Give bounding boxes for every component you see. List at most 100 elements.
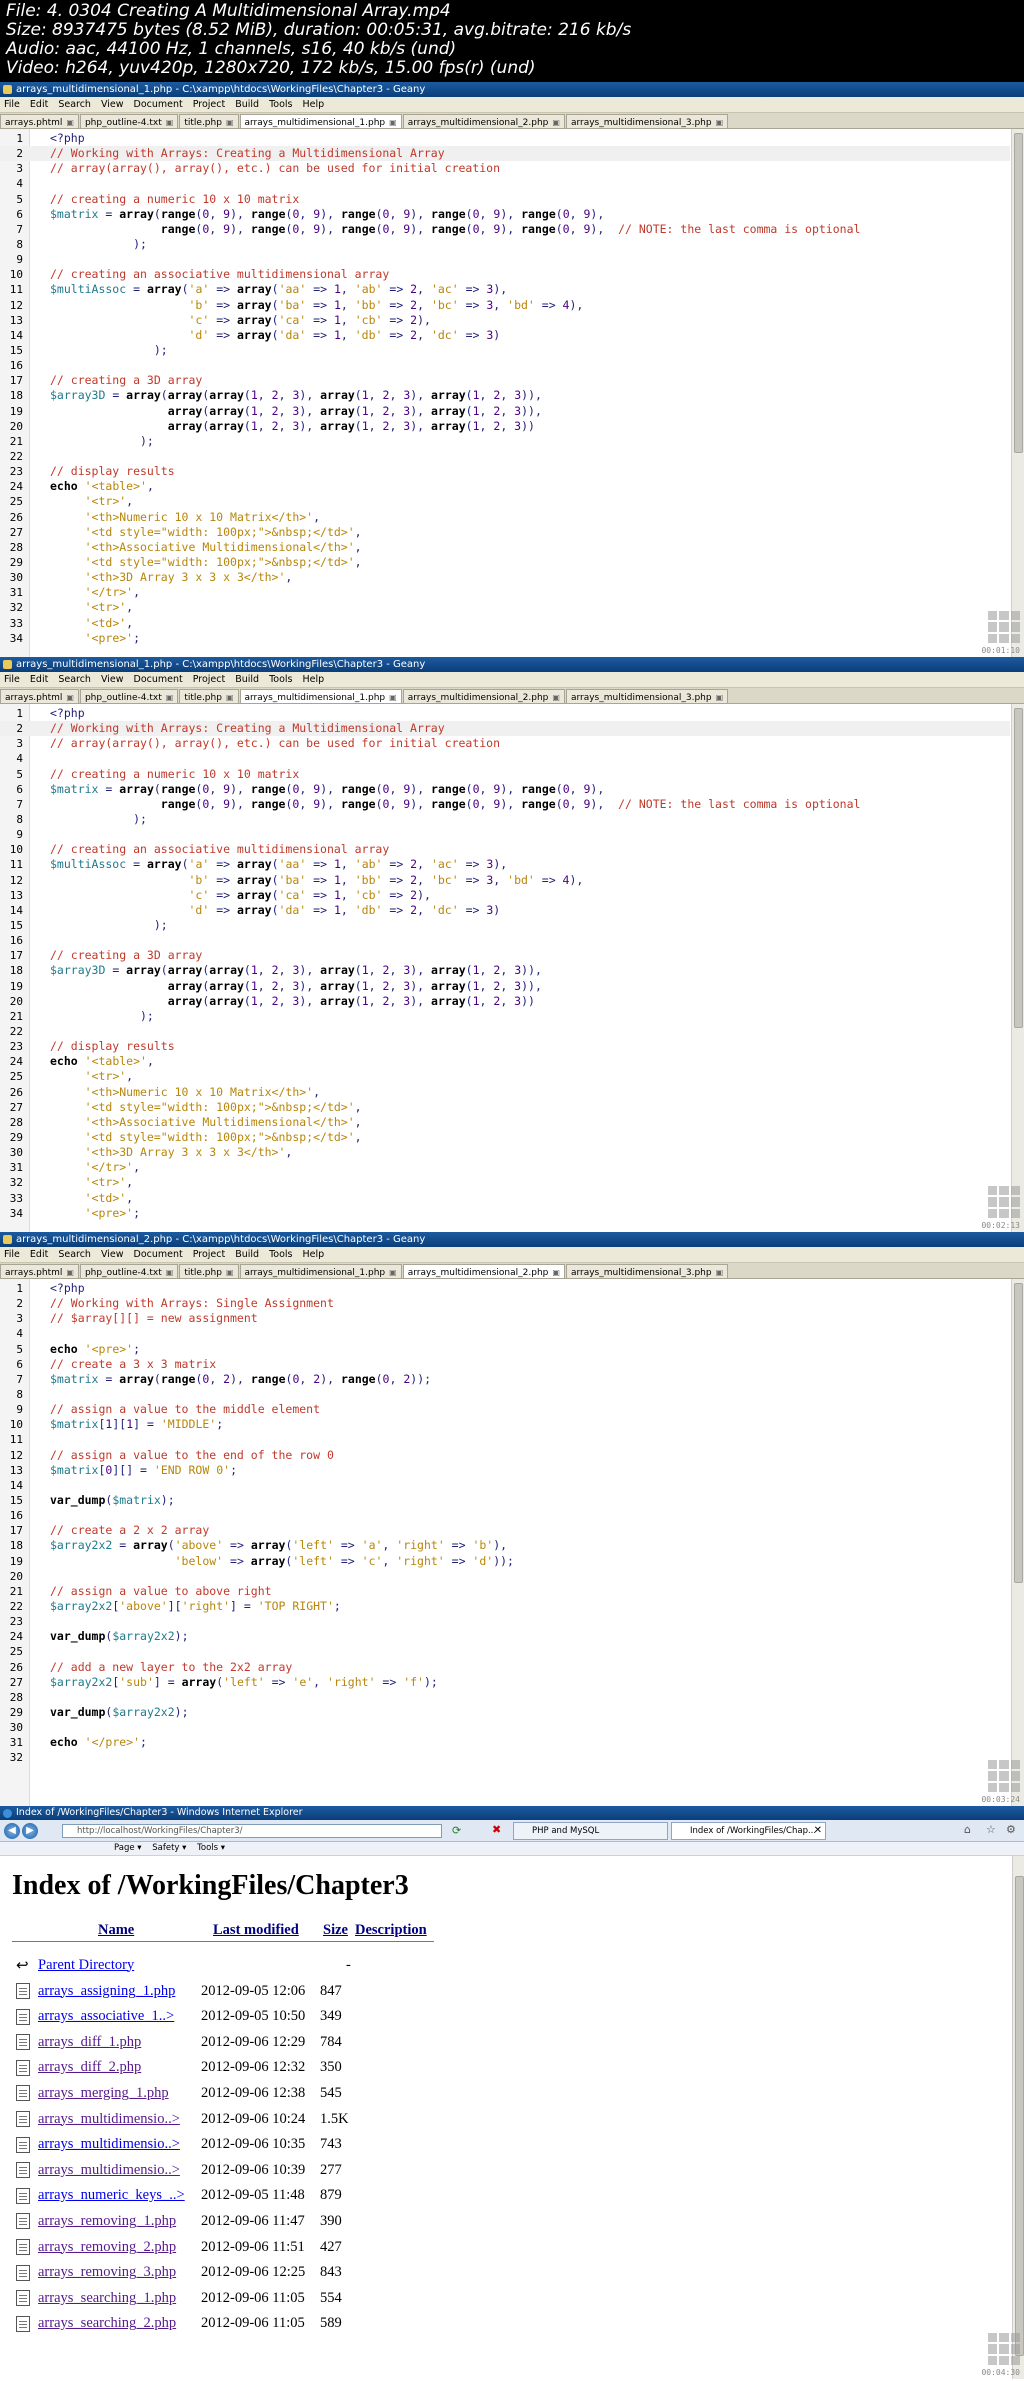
code-editor[interactable]: 1 <?php 2 // Working with Arrays: Creating … <box>0 704 1024 1232</box>
code-lines[interactable]: 1 <?php 2 // Working with Arrays: Single As… <box>0 1281 1010 1766</box>
browser-tab-active[interactable]: Index of /WorkingFiles/Chap... ✕ <box>671 1822 826 1840</box>
document-tab[interactable]: arrays.phtml ▣ <box>0 1264 79 1278</box>
close-tab-icon[interactable]: ▣ <box>389 693 397 702</box>
document-tab[interactable]: arrays_multidimensional_3.php ▣ <box>565 1264 729 1278</box>
vertical-scrollbar[interactable] <box>1011 129 1024 657</box>
menu-item[interactable]: Project <box>193 99 226 110</box>
menu-item[interactable]: Build <box>235 99 259 110</box>
menu-item[interactable]: Help <box>303 99 325 110</box>
menu-item[interactable]: Build <box>235 1249 259 1260</box>
menu-item[interactable]: Search <box>58 674 91 685</box>
browser-tab[interactable]: PHP and MySQL <box>513 1822 668 1840</box>
menu-item[interactable]: View <box>101 99 124 110</box>
menu-item[interactable]: View <box>101 1249 124 1260</box>
close-tab-icon[interactable]: ▣ <box>226 118 234 127</box>
home-icon[interactable]: ⌂ <box>964 1823 971 1836</box>
file-link[interactable]: arrays_removing_3.php <box>38 2264 176 2281</box>
menu-item[interactable]: Document <box>134 1249 183 1260</box>
file-link[interactable]: arrays_removing_2.php <box>38 2239 176 2256</box>
file-link[interactable]: arrays_merging_1.php <box>38 2085 169 2102</box>
document-tab[interactable]: php_outline-4.txt ▣ <box>79 1264 179 1278</box>
column-last-modified[interactable]: Last modified <box>213 1922 299 1939</box>
menu-item[interactable]: Edit <box>30 674 48 685</box>
file-link[interactable]: arrays_removing_1.php <box>38 2213 176 2230</box>
close-tab-icon[interactable]: ▣ <box>716 118 724 127</box>
menu-item[interactable]: Project <box>193 1249 226 1260</box>
vertical-scrollbar[interactable] <box>1011 1279 1024 1806</box>
column-description[interactable]: Description <box>355 1922 427 1939</box>
close-tab-icon[interactable]: ▣ <box>552 693 560 702</box>
refresh-icon[interactable]: ⟳ <box>452 1824 461 1837</box>
menu-item[interactable]: Search <box>58 1249 91 1260</box>
code-lines[interactable]: 1 <?php 2 // Working with Arrays: Creating … <box>0 131 1010 646</box>
menu-item[interactable]: Document <box>134 674 183 685</box>
file-link[interactable]: arrays_multidimensio..> <box>38 2111 180 2128</box>
menu-item[interactable]: Project <box>193 674 226 685</box>
code-lines[interactable]: 1 <?php 2 // Working with Arrays: Creating … <box>0 706 1010 1221</box>
menu-item[interactable]: Tools <box>269 1249 292 1260</box>
menu-item[interactable]: File <box>4 99 20 110</box>
file-link[interactable]: arrays_numeric_keys_..> <box>38 2187 185 2204</box>
parent-directory-link[interactable]: Parent Directory <box>38 1957 134 1974</box>
close-tab-icon[interactable]: ▣ <box>716 1268 724 1277</box>
document-tab[interactable]: arrays_multidimensional_1.php ▣ <box>239 1264 402 1278</box>
vertical-scrollbar[interactable] <box>1011 704 1024 1232</box>
close-tab-icon[interactable]: ▣ <box>226 693 234 702</box>
file-link[interactable]: arrays_assigning_1.php <box>38 1983 175 2000</box>
menu-item[interactable]: Build <box>235 674 259 685</box>
close-tab-icon[interactable]: ▣ <box>166 693 174 702</box>
close-tab-icon[interactable]: ▣ <box>66 693 74 702</box>
close-tab-icon[interactable]: ▣ <box>226 1268 234 1277</box>
scroll-thumb[interactable] <box>1015 1876 1024 2356</box>
close-tab-icon[interactable]: ✕ <box>814 1823 822 1839</box>
address-bar[interactable]: http://localhost/WorkingFiles/Chapter3/ <box>62 1824 442 1838</box>
file-link[interactable]: arrays_associative_1..> <box>38 2008 174 2025</box>
menu-item[interactable]: File <box>4 1249 20 1260</box>
document-tab[interactable]: arrays_multidimensional_1.php ▣ <box>239 114 402 128</box>
menu-item[interactable]: File <box>4 674 20 685</box>
forward-icon[interactable]: ▶ <box>22 1823 38 1839</box>
column-name[interactable]: Name <box>98 1922 134 1939</box>
menu-item[interactable]: Help <box>303 1249 325 1260</box>
document-tab[interactable]: arrays_multidimensional_3.php ▣ <box>565 114 729 128</box>
menu-item[interactable]: Document <box>134 99 183 110</box>
file-link[interactable]: arrays_diff_1.php <box>38 2034 141 2051</box>
scroll-thumb[interactable] <box>1014 133 1023 453</box>
menu-item[interactable]: Help <box>303 674 325 685</box>
tools-menu[interactable]: Tools ▾ <box>197 1843 225 1853</box>
close-tab-icon[interactable]: ▣ <box>66 1268 74 1277</box>
menu-item[interactable]: Tools <box>269 674 292 685</box>
close-tab-icon[interactable]: ▣ <box>166 1268 174 1277</box>
back-icon[interactable]: ◀ <box>4 1823 20 1839</box>
document-tab[interactable]: arrays_multidimensional_2.php ▣ <box>402 689 565 703</box>
menu-item[interactable]: Edit <box>30 1249 48 1260</box>
document-tab[interactable]: arrays.phtml ▣ <box>0 689 79 703</box>
document-tab[interactable]: arrays_multidimensional_2.php ▣ <box>402 114 565 128</box>
file-link[interactable]: arrays_diff_2.php <box>38 2059 141 2076</box>
menu-item[interactable]: View <box>101 674 124 685</box>
stop-icon[interactable]: ✖ <box>492 1823 501 1836</box>
close-tab-icon[interactable]: ▣ <box>552 118 560 127</box>
menu-item[interactable]: Search <box>58 99 91 110</box>
close-tab-icon[interactable]: ▣ <box>166 118 174 127</box>
document-tab[interactable]: title.php ▣ <box>179 689 239 703</box>
page-scrollbar[interactable] <box>1012 1856 1024 2379</box>
file-link[interactable]: arrays_searching_1.php <box>38 2290 176 2307</box>
close-tab-icon[interactable]: ▣ <box>716 693 724 702</box>
column-size[interactable]: Size <box>323 1922 348 1939</box>
file-link[interactable]: arrays_multidimensio..> <box>38 2162 180 2179</box>
document-tab[interactable]: arrays_multidimensional_3.php ▣ <box>565 689 729 703</box>
close-tab-icon[interactable]: ▣ <box>389 118 397 127</box>
document-tab[interactable]: arrays_multidimensional_1.php ▣ <box>239 689 402 703</box>
page-menu[interactable]: Page ▾ <box>114 1843 142 1853</box>
menu-item[interactable]: Tools <box>269 99 292 110</box>
document-tab[interactable]: title.php ▣ <box>179 1264 239 1278</box>
document-tab[interactable]: php_outline-4.txt ▣ <box>79 689 179 703</box>
close-tab-icon[interactable]: ▣ <box>552 1268 560 1277</box>
document-tab[interactable]: php_outline-4.txt ▣ <box>79 114 179 128</box>
file-link[interactable]: arrays_searching_2.php <box>38 2315 176 2332</box>
scroll-thumb[interactable] <box>1014 708 1023 1028</box>
favorites-icon[interactable]: ☆ <box>986 1823 996 1836</box>
document-tab[interactable]: arrays_multidimensional_2.php ▣ <box>402 1264 565 1278</box>
document-tab[interactable]: arrays.phtml ▣ <box>0 114 79 128</box>
